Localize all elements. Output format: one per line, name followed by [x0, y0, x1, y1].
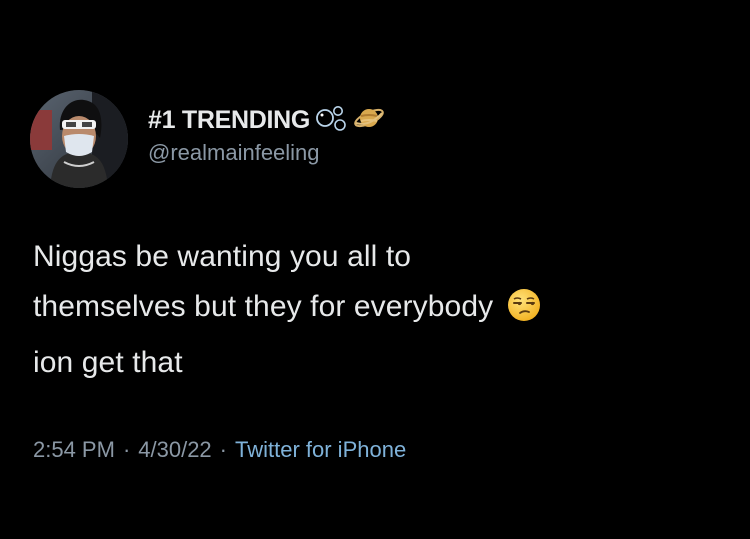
- tweet-body: Niggas be wanting you all to themselves …: [33, 232, 733, 388]
- tweet-card: #1 TRENDING @realmainfeeling Niggas be w…: [0, 0, 750, 539]
- unamused-face-emoji: [507, 288, 541, 338]
- tweet-date[interactable]: 4/30/22: [138, 437, 211, 462]
- tweet-metadata: 2:54 PM · 4/30/22 · Twitter for iPhone: [33, 437, 406, 463]
- bubbles-icon: [314, 103, 348, 138]
- meta-separator: ·: [219, 437, 227, 462]
- avatar[interactable]: [30, 90, 128, 188]
- tweet-text-line-1: Niggas be wanting you all to: [33, 240, 412, 273]
- tweet-source-link[interactable]: Twitter for iPhone: [235, 437, 406, 462]
- tweet-text-line-2-wrap: themselves but they for everybody: [33, 282, 733, 338]
- ringed-planet-icon: [352, 103, 386, 138]
- user-handle[interactable]: @realmainfeeling: [148, 140, 386, 166]
- meta-separator: ·: [122, 437, 131, 462]
- tweet-time[interactable]: 2:54 PM: [33, 437, 115, 462]
- avatar-photo: [30, 90, 128, 188]
- author-info: #1 TRENDING @realmainfeeling: [148, 102, 386, 166]
- name-row: #1 TRENDING: [148, 102, 386, 138]
- tweet-text-line-3: ion get that: [33, 346, 183, 379]
- tweet-text-line-2: themselves but they for everybody: [33, 290, 494, 323]
- display-name[interactable]: #1 TRENDING: [148, 106, 310, 135]
